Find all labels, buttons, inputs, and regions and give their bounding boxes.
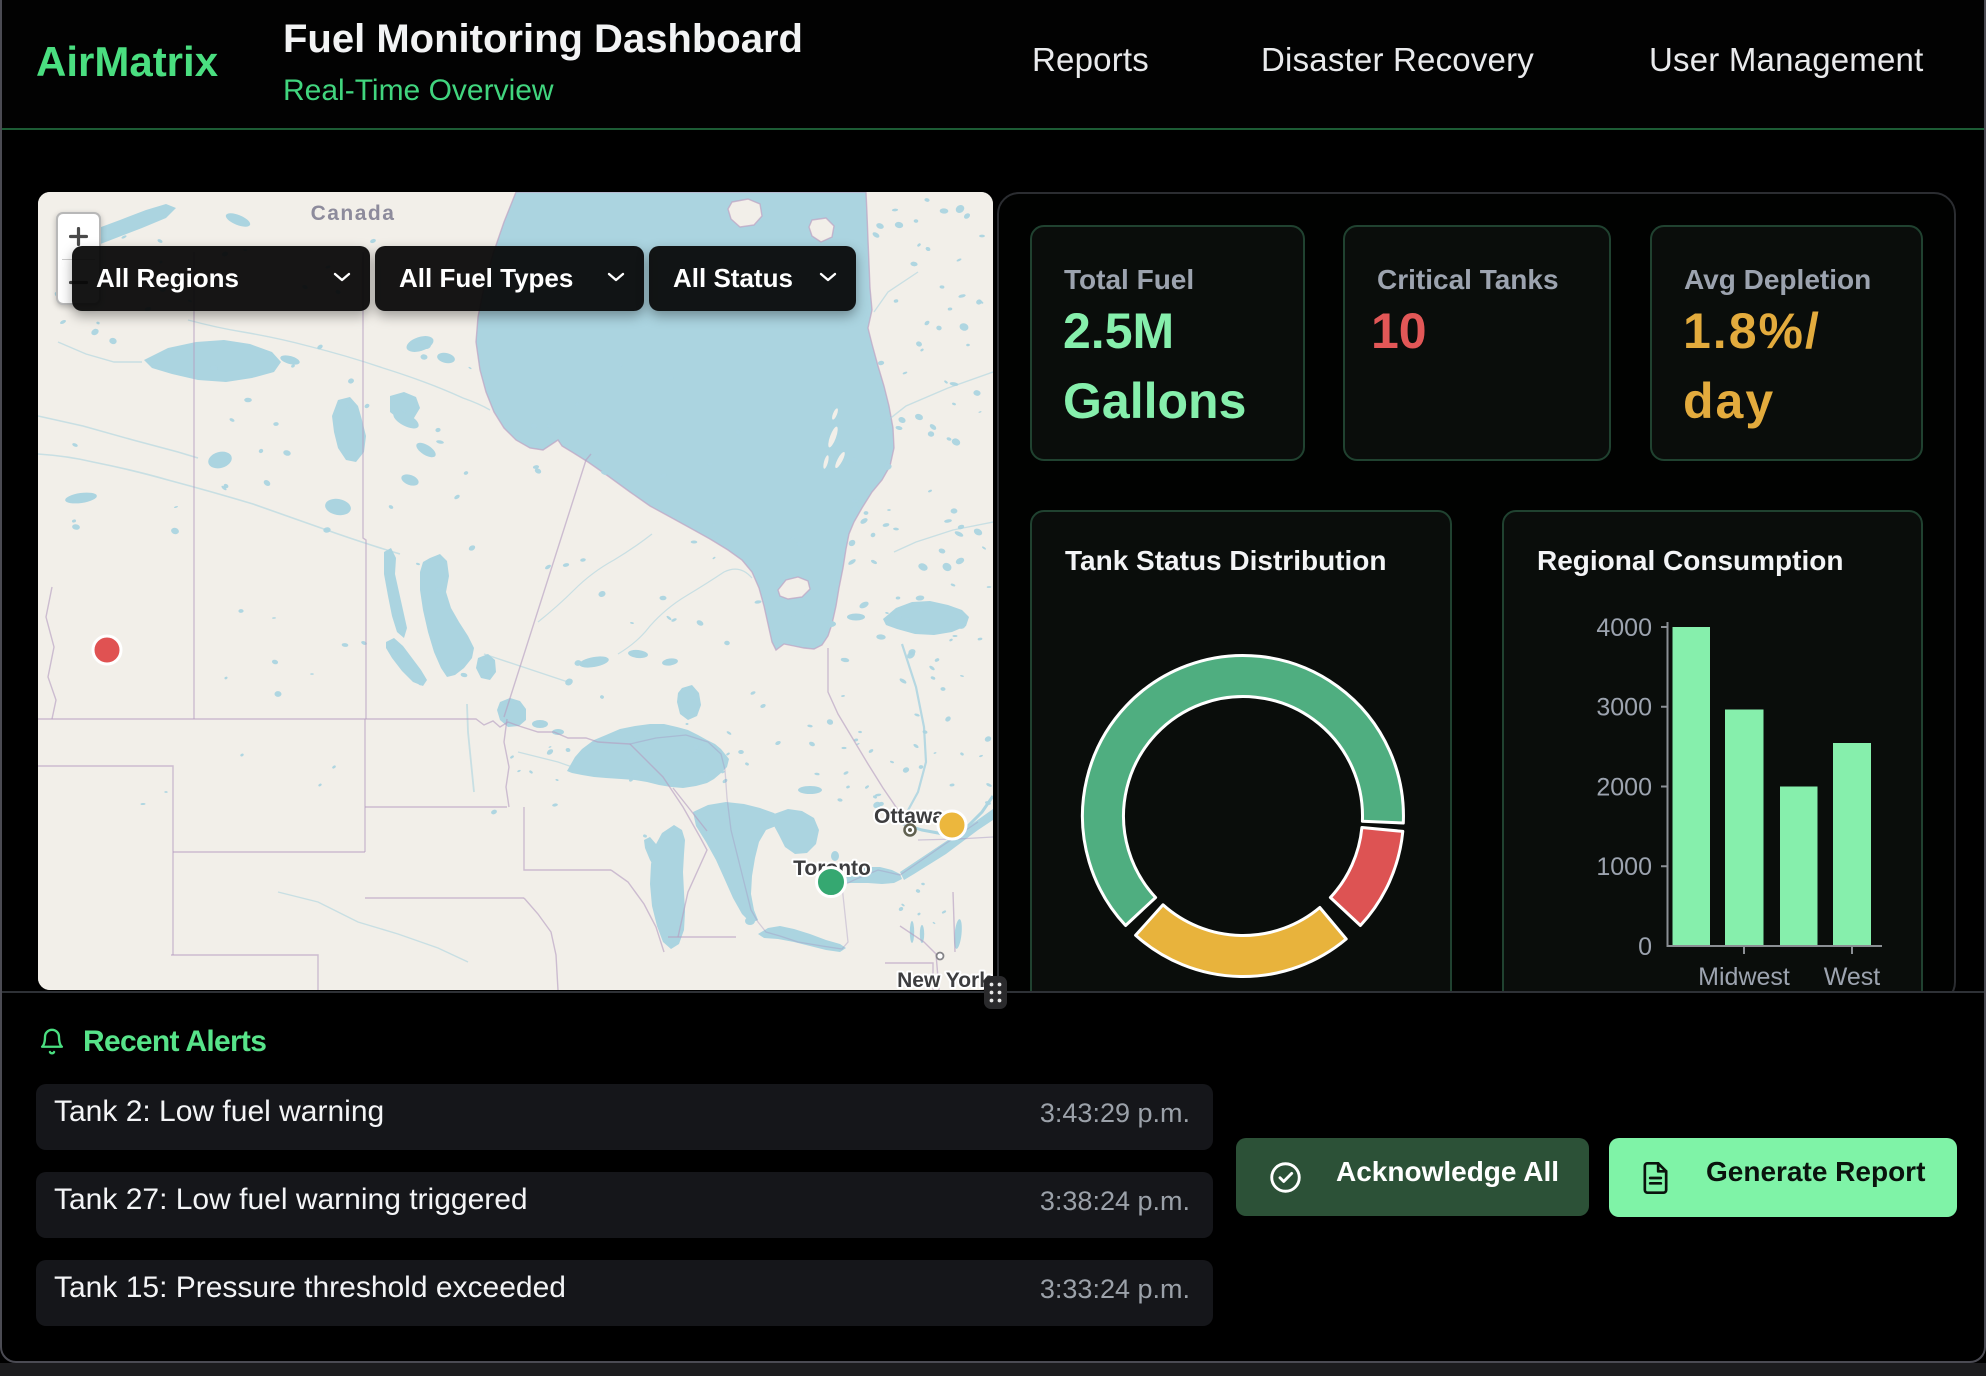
svg-text:Canada: Canada bbox=[311, 202, 396, 225]
svg-text:1000: 1000 bbox=[1596, 853, 1652, 881]
svg-text:New York: New York bbox=[897, 969, 991, 990]
svg-text:3000: 3000 bbox=[1596, 694, 1652, 722]
svg-text:West: West bbox=[1824, 963, 1881, 991]
svg-text:0: 0 bbox=[1638, 933, 1652, 961]
svg-text:4000: 4000 bbox=[1596, 614, 1652, 642]
svg-text:Midwest: Midwest bbox=[1698, 963, 1790, 991]
svg-text:2000: 2000 bbox=[1596, 774, 1652, 802]
